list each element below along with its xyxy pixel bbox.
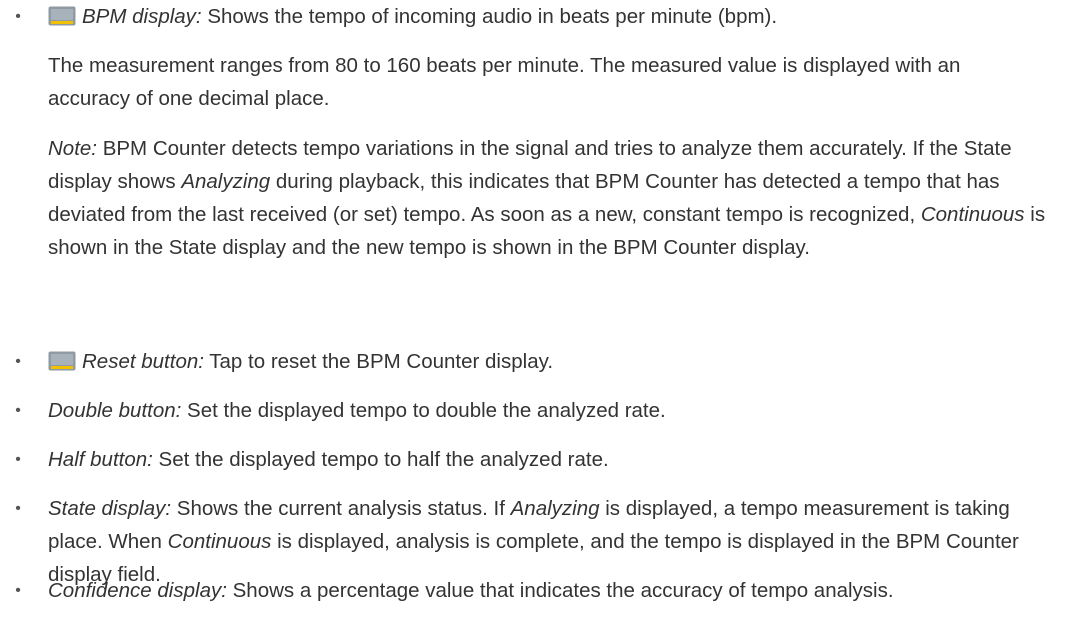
- item-text: Shows the tempo of incoming audio in bea…: [201, 5, 778, 28]
- term-label: BPM display:: [82, 5, 202, 28]
- term-label: Half button:: [48, 448, 153, 471]
- item-text: Shows a percentage value that indicates …: [226, 579, 894, 602]
- item-text: Tap to reset the BPM Counter display.: [203, 350, 554, 373]
- item-text: Set the displayed tempo to double the an…: [181, 399, 666, 422]
- term-label: Confidence display:: [48, 579, 227, 602]
- item-text: Set the displayed tempo to half the anal…: [152, 448, 609, 471]
- term-label: State display:: [48, 497, 172, 520]
- callout-tag-icon: [48, 351, 76, 371]
- paragraph-note: Note: BPM Counter detects tempo variatio…: [0, 132, 1070, 264]
- note-continuous: Continuous: [920, 203, 1025, 226]
- list-item-double-button: • Double button: Set the displayed tempo…: [0, 394, 1070, 427]
- callout-tag-icon: [48, 6, 76, 26]
- term-label: Reset button:: [82, 350, 204, 373]
- state-text-1: Shows the current analysis status. If: [171, 497, 511, 520]
- list-item-confidence-display: • Confidence display: Shows a percentage…: [0, 574, 1070, 607]
- state-analyzing: Analyzing: [510, 497, 600, 520]
- note-analyzing: Analyzing: [181, 170, 271, 193]
- bullet: •: [15, 353, 21, 370]
- term-label: Double button:: [48, 399, 182, 422]
- bullet: •: [15, 582, 21, 599]
- paragraph-text: The measurement ranges from 80 to 160 be…: [48, 54, 961, 110]
- state-continuous: Continuous: [167, 530, 272, 553]
- bullet: •: [15, 451, 21, 468]
- list-item-half-button: • Half button: Set the displayed tempo t…: [0, 443, 1070, 476]
- paragraph-measurement-range: The measurement ranges from 80 to 160 be…: [0, 49, 1070, 115]
- note-label: Note:: [48, 137, 97, 160]
- list-item-bpm-display: • BPM display: Shows the tempo of incomi…: [0, 0, 1070, 33]
- list-item-reset-button: • Reset button: Tap to reset the BPM Cou…: [0, 345, 1070, 378]
- bullet: •: [15, 8, 21, 25]
- bullet: •: [15, 402, 21, 419]
- bullet: •: [15, 500, 21, 517]
